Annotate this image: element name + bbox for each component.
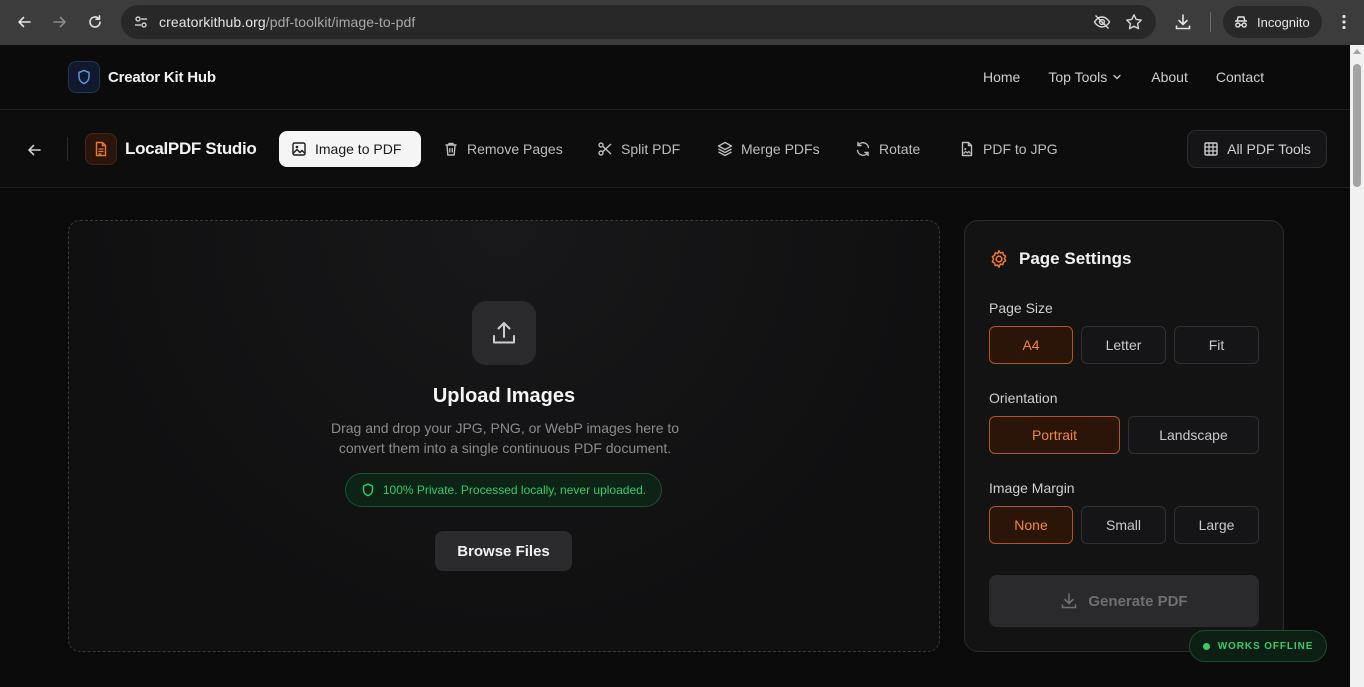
gear-icon	[989, 249, 1009, 269]
address-bar[interactable]: creatorkithub.org/pdf-toolkit/image-to-p…	[121, 5, 1156, 39]
url-path: /pdf-toolkit/image-to-pdf	[265, 14, 416, 30]
forward-arrow-icon[interactable]	[42, 4, 78, 40]
tab-label: PDF to JPG	[983, 141, 1058, 157]
download-icon[interactable]	[1168, 5, 1198, 39]
rotate-icon	[855, 141, 871, 157]
incognito-icon	[1233, 14, 1249, 30]
settings-header: Page Settings	[989, 249, 1131, 269]
tab-label: Rotate	[879, 141, 921, 157]
all-pdf-tools-button[interactable]: All PDF Tools	[1187, 130, 1327, 168]
url-text: creatorkithub.org/pdf-toolkit/image-to-p…	[159, 14, 415, 30]
grid-icon	[1203, 141, 1219, 157]
bookmark-star-icon[interactable]	[1122, 10, 1146, 34]
scissors-icon	[597, 141, 613, 157]
back-arrow-icon[interactable]	[6, 4, 42, 40]
works-offline-label: WORKS OFFLINE	[1217, 640, 1314, 652]
shield-check-icon	[361, 483, 375, 497]
tool-bar: LocalPDF Studio Image to PDF Remove Page…	[0, 111, 1350, 188]
all-pdf-tools-label: All PDF Tools	[1227, 141, 1311, 157]
reload-icon[interactable]	[77, 4, 113, 40]
document-icon	[85, 133, 117, 165]
browser-toolbar: creatorkithub.org/pdf-toolkit/image-to-p…	[0, 0, 1364, 45]
margin-none[interactable]: None	[989, 506, 1073, 544]
page-size-label: Page Size	[989, 300, 1053, 316]
tab-remove-pages[interactable]: Remove Pages	[431, 131, 575, 167]
chevron-down-icon	[1112, 72, 1122, 82]
privacy-badge: 100% Private. Processed locally, never u…	[345, 473, 662, 507]
studio-name: LocalPDF Studio	[125, 139, 257, 158]
brand-name: Creator Kit Hub	[108, 68, 216, 86]
tab-label: Merge PDFs	[741, 141, 820, 157]
page-size-letter[interactable]: Letter	[1081, 326, 1166, 364]
tab-label: Split PDF	[621, 141, 681, 157]
nav-contact[interactable]: Contact	[1216, 69, 1264, 85]
margin-small[interactable]: Small	[1081, 506, 1166, 544]
shield-icon	[68, 61, 100, 93]
back-icon[interactable]	[22, 138, 46, 162]
orientation-portrait[interactable]: Portrait	[989, 416, 1120, 454]
page-settings-panel: Page Settings Page Size A4 Letter Fit Or…	[964, 220, 1284, 652]
site-settings-icon[interactable]	[129, 10, 153, 34]
file-image-icon	[959, 141, 975, 157]
works-offline-badge: WORKS OFFLINE	[1189, 630, 1327, 662]
tab-label: Image to PDF	[315, 141, 402, 157]
tab-merge-pdfs[interactable]: Merge PDFs	[705, 131, 832, 167]
brand-link[interactable]: Creator Kit Hub	[68, 61, 216, 93]
upload-icon	[472, 301, 536, 365]
margin-large[interactable]: Large	[1174, 506, 1259, 544]
tab-rotate[interactable]: Rotate	[843, 131, 932, 167]
download-icon	[1060, 592, 1078, 610]
scroll-up-arrow[interactable]	[1353, 49, 1361, 54]
nav-top-tools-label: Top Tools	[1048, 69, 1108, 85]
tab-label: Remove Pages	[467, 141, 563, 157]
page-size-a4[interactable]: A4	[989, 326, 1073, 364]
layers-icon	[717, 141, 733, 157]
tab-image-to-pdf[interactable]: Image to PDF	[279, 131, 421, 167]
nav-about[interactable]: About	[1151, 69, 1188, 85]
eye-off-icon[interactable]	[1090, 10, 1114, 34]
browse-files-button[interactable]: Browse Files	[435, 531, 572, 571]
page-scrollbar[interactable]	[1350, 45, 1364, 687]
generate-pdf-label: Generate PDF	[1088, 592, 1188, 610]
site-header: Creator Kit Hub Home Top Tools About Con…	[0, 45, 1350, 110]
trash-icon	[443, 141, 459, 157]
image-icon	[291, 141, 307, 157]
incognito-button[interactable]: Incognito	[1223, 6, 1322, 38]
nav-top-tools[interactable]: Top Tools	[1048, 69, 1122, 85]
incognito-label: Incognito	[1257, 14, 1310, 30]
settings-title: Page Settings	[1019, 249, 1132, 268]
status-dot	[1202, 642, 1210, 650]
upload-description: Drag and drop your JPG, PNG, or WebP ima…	[330, 420, 680, 456]
divider	[67, 137, 68, 161]
privacy-text: 100% Private. Processed locally, never u…	[382, 483, 647, 497]
main-nav: Home Top Tools About Contact	[983, 69, 1264, 85]
upload-dropzone[interactable]: Upload Images Drag and drop your JPG, PN…	[68, 220, 940, 652]
tab-split-pdf[interactable]: Split PDF	[585, 131, 692, 167]
studio-brand[interactable]: LocalPDF Studio	[85, 133, 257, 165]
orientation-label: Orientation	[989, 390, 1058, 406]
nav-home[interactable]: Home	[983, 69, 1020, 85]
orientation-landscape[interactable]: Landscape	[1128, 416, 1259, 454]
upload-title: Upload Images	[432, 385, 576, 407]
page-size-fit[interactable]: Fit	[1174, 326, 1259, 364]
url-host: creatorkithub.org	[159, 14, 266, 30]
browser-menu-icon[interactable]	[1332, 9, 1356, 35]
tab-pdf-to-jpg[interactable]: PDF to JPG	[947, 131, 1070, 167]
image-margin-label: Image Margin	[989, 480, 1075, 496]
toolbar-divider	[1210, 12, 1211, 32]
generate-pdf-button[interactable]: Generate PDF	[989, 575, 1259, 627]
scroll-thumb[interactable]	[1353, 64, 1361, 187]
